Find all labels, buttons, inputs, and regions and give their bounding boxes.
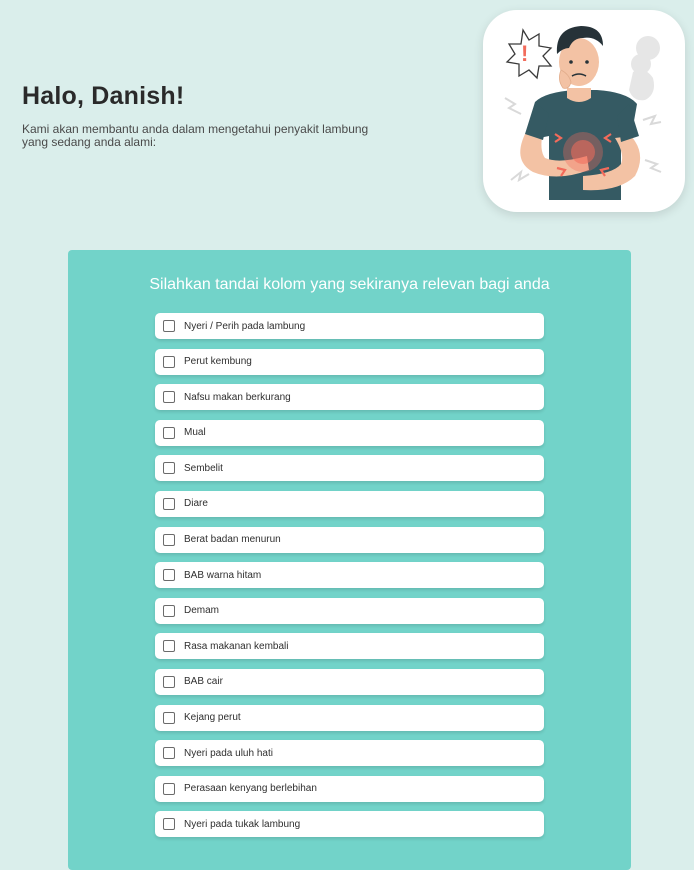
symptom-label: Nafsu makan berkurang xyxy=(184,391,291,403)
symptom-option[interactable]: Sembelit xyxy=(155,455,544,482)
symptom-label: Sembelit xyxy=(184,462,223,474)
symptom-checkbox[interactable] xyxy=(163,533,175,546)
page-title: Halo, Danish! xyxy=(22,82,185,110)
symptom-checkbox[interactable] xyxy=(163,320,175,332)
symptom-option[interactable]: BAB cair xyxy=(155,668,544,695)
symptom-option[interactable]: Rasa makanan kembali xyxy=(155,633,544,660)
symptom-checkbox[interactable] xyxy=(163,462,175,475)
symptom-option[interactable]: Berat badan menurun xyxy=(155,526,544,553)
symptom-checkbox[interactable] xyxy=(163,497,175,510)
symptom-checkbox[interactable] xyxy=(163,782,175,795)
symptom-checkbox[interactable] xyxy=(163,711,175,724)
symptom-label: Nyeri pada tukak lambung xyxy=(184,818,301,830)
symptom-label: Perasaan kenyang berlebihan xyxy=(184,783,317,795)
symptom-label: BAB cair xyxy=(184,676,223,688)
symptom-checkbox[interactable] xyxy=(163,426,175,439)
greeting-header: Halo, Danish! Kami akan membantu anda da… xyxy=(22,82,402,149)
symptom-option[interactable]: Perut kembung xyxy=(155,348,544,375)
symptom-option[interactable]: Diare xyxy=(155,490,544,517)
form-heading: Silahkan tandai kolom yang sekiranya rel… xyxy=(149,276,550,293)
symptom-option[interactable]: Nyeri / Perih pada lambung xyxy=(155,313,544,339)
symptom-option[interactable]: Perasaan kenyang berlebihan xyxy=(155,775,544,802)
symptom-option[interactable]: Nyeri pada uluh hati xyxy=(155,740,544,767)
symptom-checkbox[interactable] xyxy=(163,818,175,831)
alert-mark: ! xyxy=(521,41,528,66)
symptom-checkbox[interactable] xyxy=(163,604,175,617)
symptom-checkbox[interactable] xyxy=(163,355,175,368)
page-description: Kami akan membantu anda dalam mengetahui… xyxy=(22,122,369,149)
stomach-ache-illustration-svg: ! xyxy=(504,26,662,200)
symptom-checkbox[interactable] xyxy=(163,391,175,404)
symptom-label: BAB warna hitam xyxy=(184,569,262,581)
symptom-checkbox[interactable] xyxy=(163,747,175,760)
symptom-option[interactable]: Mual xyxy=(155,419,544,446)
stomach-ache-illustration: ! xyxy=(483,10,685,212)
symptom-option[interactable]: BAB warna hitam xyxy=(155,562,544,589)
symptom-label: Perut kembung xyxy=(184,356,252,368)
symptom-option[interactable]: Nyeri pada tukak lambung xyxy=(155,811,544,838)
symptom-label: Kejang perut xyxy=(184,712,241,724)
symptom-label: Rasa makanan kembali xyxy=(184,640,289,652)
symptom-list: Nyeri / Perih pada lambung Perut kembung N… xyxy=(155,313,544,847)
symptom-label: Demam xyxy=(184,605,220,617)
symptom-checkbox[interactable] xyxy=(163,675,175,688)
symptom-label: Nyeri pada uluh hati xyxy=(184,747,273,759)
symptom-form-panel: Silahkan tandai kolom yang sekiranya rel… xyxy=(68,250,631,870)
symptom-checkbox[interactable] xyxy=(163,569,175,582)
symptom-label: Diare xyxy=(184,498,208,510)
symptom-checkbox[interactable] xyxy=(163,640,175,653)
symptom-option[interactable]: Nafsu makan berkurang xyxy=(155,384,544,411)
symptom-option[interactable]: Kejang perut xyxy=(155,704,544,731)
symptom-label: Berat badan menurun xyxy=(184,534,281,546)
symptom-label: Mual xyxy=(184,427,206,439)
symptom-label: Nyeri / Perih pada lambung xyxy=(184,320,306,332)
symptom-option[interactable]: Demam xyxy=(155,597,544,624)
